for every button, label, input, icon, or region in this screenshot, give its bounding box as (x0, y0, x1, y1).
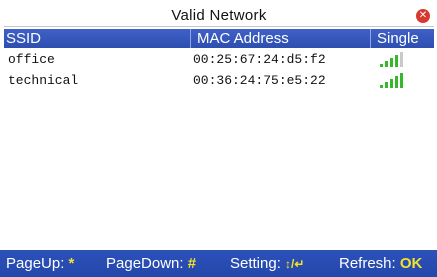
pageup-label: PageUp: (6, 255, 65, 272)
column-header-signal: Single (370, 29, 434, 48)
signal-strength-icon (380, 73, 410, 88)
signal-bar (395, 76, 398, 88)
signal-bar (390, 58, 393, 67)
pageup-hint[interactable]: PageUp: * (6, 255, 74, 272)
title-bar: Valid Network ✕ (4, 6, 434, 27)
softkey-bar: PageUp: * PageDown: # Setting: ↕/↵ Refre… (0, 250, 437, 277)
setting-hint[interactable]: Setting: ↕/↵ (230, 255, 304, 272)
signal-strength-icon (380, 52, 410, 67)
pagedown-label: PageDown: (106, 255, 184, 272)
network-list: office 00:25:67:24:d5:f2 technical 00:36… (4, 50, 434, 92)
signal-bar (390, 79, 393, 88)
table-row[interactable]: technical 00:36:24:75:e5:22 (4, 71, 434, 92)
signal-bar (380, 85, 383, 88)
column-header-mac-address: MAC Address (190, 29, 368, 48)
signal-bar (400, 52, 403, 67)
signal-bar (380, 64, 383, 67)
column-header-ssid: SSID (6, 30, 42, 47)
pagedown-hint[interactable]: PageDown: # (106, 255, 196, 272)
ssid-cell: technical (8, 73, 79, 88)
star-key-icon: * (68, 255, 75, 272)
signal-bar (400, 73, 403, 88)
signal-bar (395, 55, 398, 67)
setting-label: Setting: (230, 255, 281, 272)
signal-bar (385, 82, 388, 88)
nav-enter-key-icon: ↕/↵ (285, 257, 305, 271)
refresh-hint[interactable]: Refresh: OK (339, 255, 422, 272)
ssid-cell: office (8, 52, 55, 67)
mac-address-cell: 00:25:67:24:d5:f2 (193, 52, 326, 67)
window-title: Valid Network (171, 7, 267, 24)
ok-key-icon: OK (399, 255, 423, 272)
close-icon[interactable]: ✕ (416, 9, 430, 23)
signal-bar (385, 61, 388, 67)
hash-key-icon: # (187, 255, 197, 272)
table-row[interactable]: office 00:25:67:24:d5:f2 (4, 50, 434, 71)
table-header: SSID MAC Address Single (4, 29, 434, 48)
refresh-label: Refresh: (339, 255, 396, 272)
valid-network-screen: Valid Network ✕ SSID MAC Address Single … (0, 0, 437, 277)
mac-address-cell: 00:36:24:75:e5:22 (193, 73, 326, 88)
